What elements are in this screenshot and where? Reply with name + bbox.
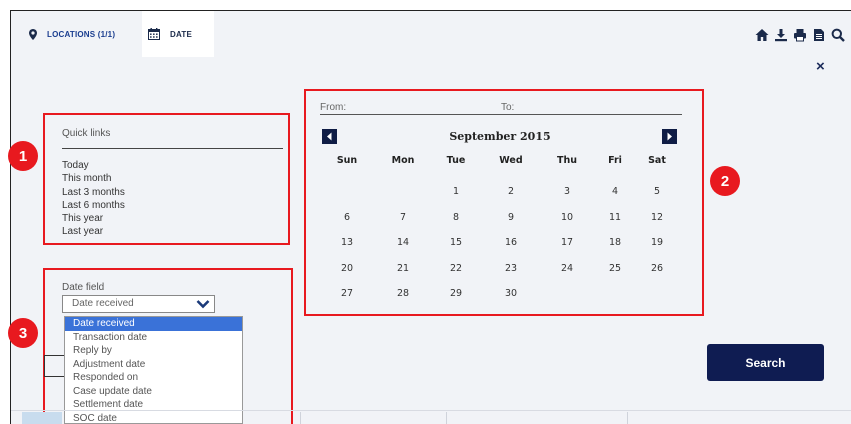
column-divider (446, 412, 447, 424)
column-divider (300, 412, 301, 424)
calendar-day[interactable]: 10 (550, 212, 584, 223)
quick-link-last-3-months[interactable]: Last 3 months (62, 186, 125, 199)
quick-link-last-6-months[interactable]: Last 6 months (62, 199, 125, 212)
calendar-day[interactable]: 17 (550, 237, 584, 248)
date-field-label: Date field (62, 282, 105, 293)
calendar-day[interactable]: 27 (330, 288, 364, 299)
calendar-day[interactable]: 3 (550, 186, 584, 197)
results-header-line (11, 410, 851, 411)
chevron-down-icon (196, 300, 210, 309)
quick-links-list: Today This month Last 3 months Last 6 mo… (62, 159, 125, 239)
home-icon[interactable] (755, 28, 769, 42)
quick-links-title: Quick links (62, 128, 111, 139)
tab-locations[interactable]: LOCATIONS (1/1) (29, 11, 115, 57)
callout-badge-1: 1 (8, 141, 38, 171)
calendar-day[interactable]: 25 (598, 263, 632, 274)
calendar-day[interactable]: 2 (494, 186, 528, 197)
print-icon[interactable] (793, 28, 807, 42)
weekday-header: Mon (391, 155, 415, 166)
calendar-day[interactable]: 14 (386, 237, 420, 248)
date-field-option[interactable]: Date received (65, 317, 242, 331)
callout-badge-2: 2 (710, 166, 740, 196)
calendar-day[interactable]: 19 (640, 237, 674, 248)
weekday-header: Sun (336, 155, 358, 166)
weekday-header: Tue (446, 155, 466, 166)
calendar-day[interactable]: 11 (598, 212, 632, 223)
search-button[interactable]: Search (707, 344, 824, 381)
date-field-option[interactable]: Adjustment date (65, 358, 242, 372)
quick-link-this-month[interactable]: This month (62, 172, 125, 185)
quick-links-divider (62, 148, 283, 149)
caret-right-icon (667, 132, 672, 141)
date-field-selected-value: Date received (72, 298, 134, 309)
previous-month-button[interactable] (322, 129, 337, 144)
calendar-day[interactable]: 15 (439, 237, 473, 248)
weekday-header: Wed (499, 155, 523, 166)
calendar-day[interactable]: 30 (494, 288, 528, 299)
calendar-day[interactable]: 24 (550, 263, 584, 274)
calendar-day[interactable]: 13 (330, 237, 364, 248)
weekday-header: Fri (608, 155, 622, 166)
quick-link-today[interactable]: Today (62, 159, 125, 172)
quick-link-last-year[interactable]: Last year (62, 225, 125, 238)
calendar-day[interactable]: 20 (330, 263, 364, 274)
callout-badge-3: 3 (8, 318, 38, 348)
calendar-day[interactable]: 28 (386, 288, 420, 299)
quick-link-this-year[interactable]: This year (62, 212, 125, 225)
calendar-day[interactable]: 1 (439, 186, 473, 197)
toolbar (755, 28, 845, 42)
results-header-cell (22, 412, 62, 424)
date-field-option[interactable]: Responded on (65, 371, 242, 385)
date-field-option[interactable]: SOC date (65, 412, 242, 424)
date-field-option[interactable]: Case update date (65, 385, 242, 399)
background-field-edge (44, 355, 66, 377)
download-icon[interactable] (774, 28, 788, 42)
document-icon[interactable] (812, 28, 826, 42)
calendar-day[interactable]: 5 (640, 186, 674, 197)
calendar-day[interactable]: 21 (386, 263, 420, 274)
date-field-select[interactable]: Date received (62, 295, 215, 313)
calendar-day[interactable]: 16 (494, 237, 528, 248)
calendar-day[interactable]: 12 (640, 212, 674, 223)
caret-left-icon (327, 132, 332, 141)
month-title: September 2015 (449, 130, 551, 143)
calendar-day[interactable]: 6 (330, 212, 364, 223)
calendar-icon (148, 28, 160, 40)
calendar-day[interactable]: 26 (640, 263, 674, 274)
calendar-day[interactable]: 22 (439, 263, 473, 274)
date-range-field-underline (320, 114, 682, 115)
tab-locations-label: LOCATIONS (1/1) (47, 29, 116, 39)
calendar-day[interactable]: 8 (439, 212, 473, 223)
from-label[interactable]: From: (320, 102, 346, 113)
calendar-day[interactable]: 18 (598, 237, 632, 248)
tab-bar: LOCATIONS (1/1) DATE (11, 11, 851, 57)
calendar-day[interactable]: 4 (598, 186, 632, 197)
to-label[interactable]: To: (501, 102, 514, 113)
tab-date[interactable]: DATE (142, 11, 214, 57)
date-field-option[interactable]: Reply by (65, 344, 242, 358)
search-icon[interactable] (831, 28, 845, 42)
calendar-day[interactable]: 29 (439, 288, 473, 299)
weekday-header: Sat (648, 155, 666, 166)
calendar-day[interactable]: 9 (494, 212, 528, 223)
next-month-button[interactable] (662, 129, 677, 144)
close-icon[interactable]: × (816, 58, 825, 75)
date-field-options: Date received Transaction date Reply by … (64, 316, 243, 424)
date-field-option[interactable]: Transaction date (65, 331, 242, 345)
calendar-day[interactable]: 23 (494, 263, 528, 274)
weekday-header: Thu (556, 155, 577, 166)
column-divider (627, 412, 628, 424)
calendar-day[interactable]: 7 (386, 212, 420, 223)
calendar-highlight (304, 89, 704, 316)
tab-date-label: DATE (170, 29, 192, 39)
location-pin-icon (29, 28, 37, 40)
